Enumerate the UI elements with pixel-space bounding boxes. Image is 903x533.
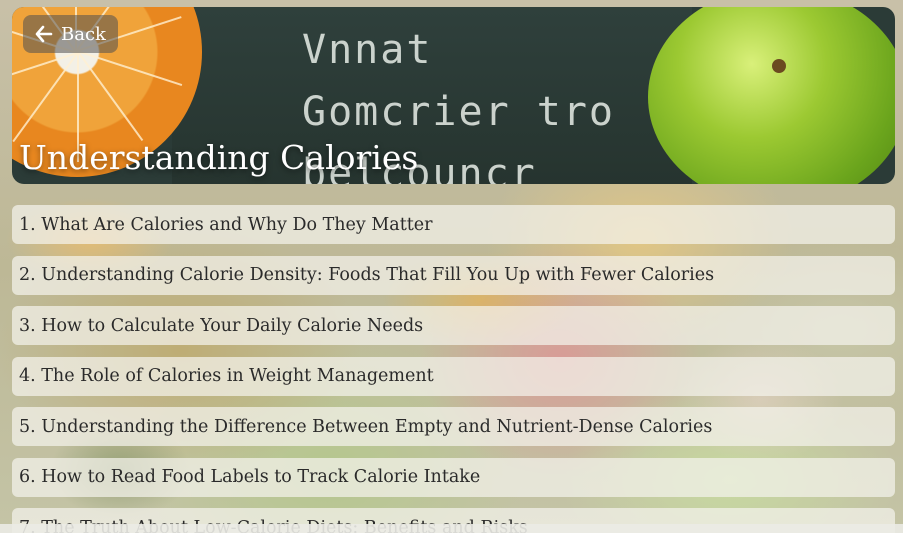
topic-item[interactable]: 2. Understanding Calorie Density: Foods … <box>12 255 895 295</box>
topic-item[interactable]: 1. What Are Calories and Why Do They Mat… <box>12 205 895 244</box>
topic-item[interactable]: 5. Understanding the Difference Between … <box>12 407 895 446</box>
back-button-label: Back <box>61 23 106 45</box>
arrow-left-icon <box>35 25 53 43</box>
topic-item[interactable]: 3. How to Calculate Your Daily Calorie N… <box>12 306 895 345</box>
apple-stem <box>772 59 786 73</box>
back-button[interactable]: Back <box>23 15 118 53</box>
page-title: Understanding Calories <box>19 138 419 177</box>
green-apple-image <box>648 7 895 184</box>
topic-item[interactable]: 4. The Role of Calories in Weight Manage… <box>12 356 895 396</box>
bottom-edge <box>0 524 903 533</box>
page: Vnnat Gomcrier tro belcouncr Back Unders… <box>0 0 903 533</box>
topic-item[interactable]: 6. How to Read Food Labels to Track Calo… <box>12 457 895 497</box>
topic-list: 1. What Are Calories and Why Do They Mat… <box>12 205 895 533</box>
